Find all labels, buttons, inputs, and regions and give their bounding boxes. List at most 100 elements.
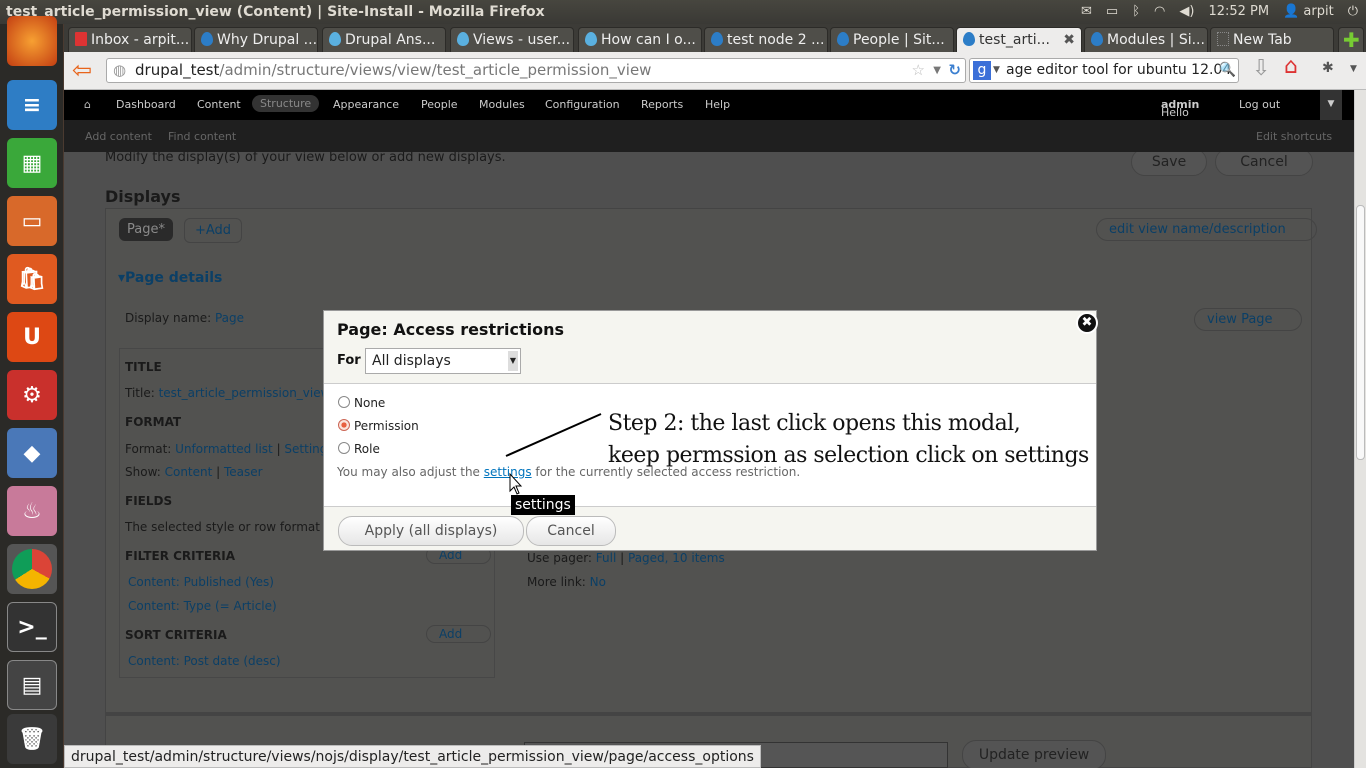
google-icon[interactable]: g: [973, 61, 991, 80]
filter-item[interactable]: Content: Type (= Article): [128, 599, 277, 613]
tab-modules[interactable]: Modules | Si...: [1084, 27, 1208, 52]
shortcut-add-content[interactable]: Add content: [85, 130, 152, 143]
engine-dropdown-icon[interactable]: ▼: [993, 59, 1000, 82]
toolbar-reports[interactable]: Reports: [641, 98, 683, 111]
drupal-answers-icon: [457, 32, 469, 46]
toolbar-configuration[interactable]: Configuration: [545, 98, 620, 111]
view-page-button[interactable]: view Page: [1194, 308, 1302, 331]
filter-item[interactable]: Content: Published (Yes): [128, 575, 274, 589]
tab-people[interactable]: People | Sit...: [830, 27, 954, 52]
save-button[interactable]: Save: [1131, 148, 1207, 176]
system-settings-icon[interactable]: ⚙: [7, 370, 57, 420]
toolbar-structure[interactable]: Structure: [252, 95, 320, 112]
scrollbar[interactable]: [1354, 90, 1366, 768]
add-display-button[interactable]: +Add: [184, 218, 243, 243]
url-bar[interactable]: ◍ drupal_test/admin/structure/views/view/…: [106, 58, 966, 83]
mail-icon[interactable]: ✉: [1081, 0, 1092, 24]
page-details-toggle[interactable]: ▾Page details: [118, 270, 222, 286]
home-icon[interactable]: ⌂: [1284, 54, 1298, 79]
battery-icon[interactable]: ▭: [1106, 0, 1118, 24]
edit-view-button[interactable]: edit view name/description: [1096, 218, 1317, 241]
reload-icon[interactable]: ↻: [948, 59, 961, 82]
pager-full-link[interactable]: Full: [596, 551, 617, 565]
firefox-icon[interactable]: [7, 16, 57, 66]
title-row: Title: test_article_permission_view: [125, 386, 330, 400]
toolbar-modules[interactable]: Modules: [479, 98, 525, 111]
user-menu[interactable]: 👤 arpit: [1283, 0, 1334, 24]
pager-row: Use pager: Full | Paged, 10 items: [527, 551, 725, 565]
radio-role[interactable]: Role: [338, 442, 380, 456]
back-button[interactable]: ⇦: [72, 56, 92, 84]
radio-none[interactable]: None: [338, 396, 385, 410]
writer-icon[interactable]: ≡: [7, 80, 57, 130]
search-icon[interactable]: 🔍: [1219, 59, 1236, 82]
toolbar-people[interactable]: People: [421, 98, 458, 111]
addon-icon[interactable]: ✱: [1322, 60, 1334, 76]
display-name-link[interactable]: Page: [215, 311, 244, 325]
tab-bar: Inbox - arpit... Why Drupal ... Drupal A…: [64, 24, 1366, 52]
calc-icon[interactable]: ▦: [7, 138, 57, 188]
bookmark-star-icon[interactable]: ☆: [912, 59, 925, 82]
tab-drupal-answers[interactable]: Drupal Ans...: [322, 27, 446, 52]
annotation-line-1: Step 2: the last click opens this modal,: [608, 411, 1021, 436]
title-label: Title:: [125, 386, 155, 400]
wifi-icon[interactable]: ◠: [1154, 0, 1165, 24]
more-link-value[interactable]: No: [590, 575, 606, 589]
search-input[interactable]: g ▼ age editor tool for ubuntu 12.04 🔍: [969, 58, 1239, 83]
tab-test-article[interactable]: test_arti... ✖: [956, 27, 1082, 52]
ubuntu-one-icon[interactable]: U: [7, 312, 57, 362]
apply-button[interactable]: Apply (all displays): [338, 516, 524, 546]
for-select[interactable]: All displays ▼: [365, 348, 521, 374]
software-center-icon[interactable]: 🛍: [7, 254, 57, 304]
format-link[interactable]: Unformatted list: [175, 442, 273, 456]
power-icon[interactable]: ⏻: [1348, 0, 1358, 24]
add-sort-button[interactable]: Add: [426, 625, 492, 643]
toolbar-dashboard[interactable]: Dashboard: [116, 98, 176, 111]
tab-new-tab[interactable]: New Tab: [1210, 27, 1334, 52]
terminal-icon[interactable]: >_: [7, 602, 57, 652]
sort-item[interactable]: Content: Post date (desc): [128, 654, 281, 668]
downloads-icon[interactable]: ⇩: [1252, 56, 1270, 81]
workspace-switcher-icon[interactable]: ▤: [7, 660, 57, 710]
app-icon[interactable]: ♨: [7, 486, 57, 536]
logout-link[interactable]: Log out: [1239, 98, 1280, 111]
shortcuts-toggle-icon[interactable]: ▼: [1320, 90, 1342, 120]
display-name-row: Display name: Page: [125, 311, 244, 325]
menu-dropdown-icon[interactable]: ▼: [1350, 64, 1357, 74]
toolbar-appearance[interactable]: Appearance: [333, 98, 399, 111]
modal-cancel-button[interactable]: Cancel: [526, 516, 616, 546]
title-link[interactable]: test_article_permission_view: [159, 386, 331, 400]
toolbar-content[interactable]: Content: [197, 98, 241, 111]
new-tab-button[interactable]: ✚: [1338, 27, 1364, 52]
history-dropdown-icon[interactable]: ▼: [933, 59, 941, 82]
teaser-link[interactable]: Teaser: [224, 465, 263, 479]
edit-shortcuts-link[interactable]: Edit shortcuts: [1256, 130, 1332, 143]
tab-label: Modules | Si...: [1107, 32, 1205, 48]
bluetooth-icon[interactable]: ᛒ: [1132, 0, 1140, 24]
shortcut-find-content[interactable]: Find content: [168, 130, 236, 143]
tab-how-can-i[interactable]: How can I o...: [578, 27, 702, 52]
radio-permission[interactable]: Permission: [338, 419, 419, 433]
annotation-line-2: keep permssion as selection click on set…: [608, 443, 1089, 468]
tab-inbox[interactable]: Inbox - arpit...: [68, 27, 192, 52]
home-icon[interactable]: ⌂: [84, 98, 91, 111]
impress-icon[interactable]: ▭: [7, 196, 57, 246]
tab-views-user[interactable]: Views - user...: [450, 27, 574, 52]
display-tab-page[interactable]: Page*: [119, 218, 173, 241]
trash-icon[interactable]: 🗑: [7, 714, 57, 764]
virtualbox-icon[interactable]: ◆: [7, 428, 57, 478]
close-modal-icon[interactable]: ✖: [1076, 312, 1098, 334]
toolbar-help[interactable]: Help: [705, 98, 730, 111]
settings-link[interactable]: settings: [484, 465, 532, 479]
volume-icon[interactable]: ◀): [1179, 0, 1194, 24]
close-tab-icon[interactable]: ✖: [1063, 28, 1075, 52]
cancel-button[interactable]: Cancel: [1215, 148, 1313, 176]
chrome-icon[interactable]: [7, 544, 57, 594]
clock[interactable]: 12:52 PM: [1208, 0, 1269, 24]
update-preview-button[interactable]: Update preview: [962, 740, 1106, 768]
tab-why-drupal[interactable]: Why Drupal ...: [194, 27, 318, 52]
scrollbar-thumb[interactable]: [1356, 205, 1365, 460]
pager-items-link[interactable]: Paged, 10 items: [628, 551, 725, 565]
show-link[interactable]: Content: [165, 465, 213, 479]
tab-test-node[interactable]: test node 2 ...: [704, 27, 828, 52]
